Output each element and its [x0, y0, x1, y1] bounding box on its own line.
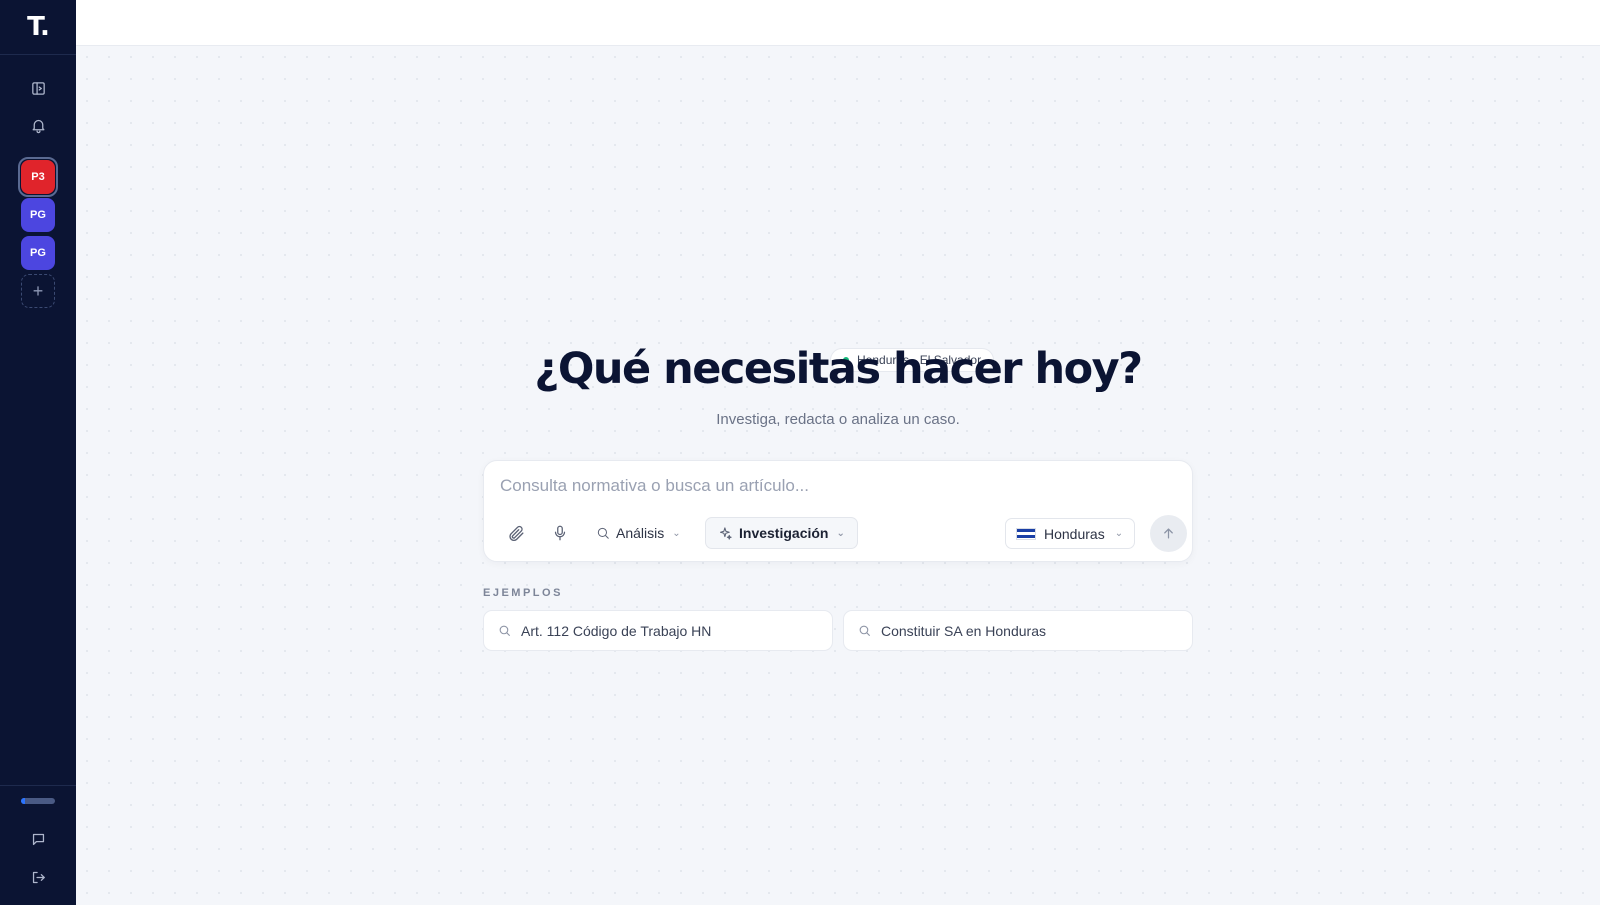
research-mode-dropdown[interactable]: Investigación ⌄ — [705, 517, 858, 549]
honduras-flag-icon — [1016, 527, 1036, 540]
workspace-label: P3 — [31, 171, 45, 183]
example-label: Constituir SA en Honduras — [881, 622, 1046, 639]
notifications-button[interactable] — [20, 107, 56, 143]
page-title: ¿Qué necesitas hacer hoy? — [534, 344, 1143, 394]
app-logo[interactable]: T. — [27, 12, 50, 42]
example-suggestion[interactable]: Constituir SA en Honduras — [843, 610, 1193, 651]
logout-button[interactable] — [20, 859, 56, 895]
panel-toggle-icon — [31, 81, 45, 95]
search-icon — [859, 625, 870, 636]
sidebar: T. P3 PG PG + — [0, 0, 76, 905]
workspace-p3-button[interactable]: P3 — [21, 160, 55, 194]
add-workspace-wrapper: + — [18, 271, 58, 311]
search-icon — [597, 527, 609, 539]
send-button[interactable] — [1150, 515, 1187, 552]
logo-area: T. — [0, 0, 76, 55]
country-label: Honduras — [1044, 525, 1105, 542]
voice-input-button[interactable] — [546, 517, 574, 549]
workspace-label: PG — [30, 247, 46, 259]
analysis-mode-dropdown[interactable]: Análisis ⌄ — [592, 517, 685, 549]
sidebar-bottom — [0, 785, 76, 905]
examples-heading: EJEMPLOS — [483, 587, 563, 599]
add-workspace-button[interactable]: + — [21, 274, 55, 308]
chevron-down-icon: ⌄ — [836, 527, 845, 539]
top-bar — [76, 0, 1600, 46]
workspace-label: PG — [30, 209, 46, 221]
country-selector[interactable]: Honduras ⌄ — [1005, 518, 1135, 549]
chevron-down-icon: ⌄ — [1114, 528, 1124, 539]
attach-button[interactable] — [502, 517, 530, 549]
workspace-pg-button[interactable]: PG — [21, 198, 55, 232]
example-label: Art. 112 Código de Trabajo HN — [521, 622, 712, 639]
workspace-p3-wrapper: P3 — [18, 157, 58, 197]
toggle-sidebar-button[interactable] — [20, 70, 56, 106]
bell-icon — [32, 119, 44, 133]
query-input[interactable] — [500, 473, 1160, 499]
feedback-button[interactable] — [20, 821, 56, 857]
query-composer: Análisis ⌄ Investigación ⌄ Honduras ⌄ — [483, 460, 1193, 562]
analysis-mode-label: Análisis — [616, 525, 665, 541]
chat-bubble-icon — [32, 833, 44, 845]
usage-progress-fill — [21, 798, 26, 804]
logout-icon — [32, 871, 45, 883]
paperclip-icon — [508, 525, 524, 541]
chevron-down-icon: ⌄ — [672, 527, 681, 539]
workspace-pg-wrapper: PG — [18, 195, 58, 235]
microphone-icon — [554, 525, 566, 541]
search-icon — [499, 625, 510, 636]
arrow-up-icon — [1164, 528, 1173, 539]
page-subtitle: Investiga, redacta o analiza un caso. — [716, 411, 960, 428]
sparkles-icon — [719, 526, 732, 540]
plus-icon: + — [32, 280, 44, 301]
workspace-pg-2-button[interactable]: PG — [21, 236, 55, 270]
workspace-pg-2-wrapper: PG — [18, 233, 58, 273]
example-suggestion[interactable]: Art. 112 Código de Trabajo HN — [483, 610, 833, 651]
usage-progress-bar — [21, 798, 55, 804]
research-mode-label: Investigación — [739, 525, 829, 541]
